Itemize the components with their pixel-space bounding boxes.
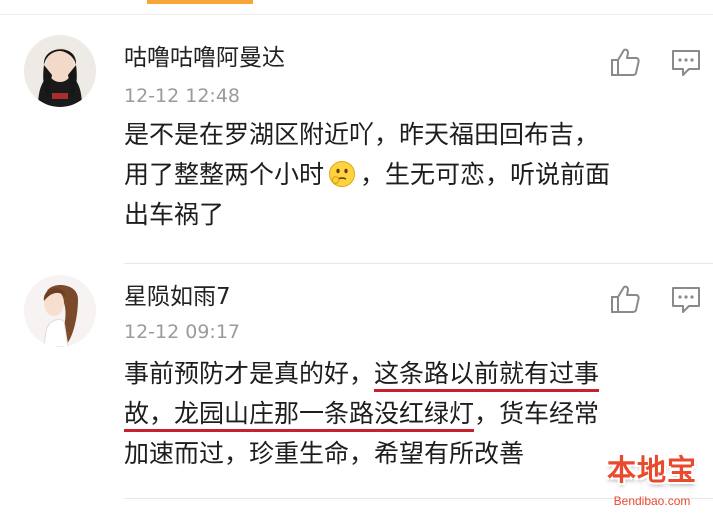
like-icon: [611, 48, 640, 76]
watermark-text: 本地宝: [606, 453, 697, 487]
comment-line: 是不是在罗湖区附近吖，昨天福田回布吉，: [124, 120, 600, 149]
comment-divider: [124, 263, 713, 264]
comment-icon: [672, 50, 700, 76]
comment-button[interactable]: [670, 285, 702, 317]
comment-line: 事前预防才是真的好，这条路以前就有过事: [124, 354, 684, 394]
like-button[interactable]: [609, 283, 641, 315]
comment-button[interactable]: [670, 48, 702, 80]
timestamp: 12-12 09:17: [124, 321, 241, 343]
username[interactable]: 咕噜咕噜阿曼达: [124, 43, 285, 73]
comment-text: 是不是在罗湖区附近吖，昨天福田回布吉， 用了整整两个小时 ，生无可恋，听说前面 …: [124, 115, 684, 235]
comment-line: 出车祸了: [124, 200, 225, 229]
comment-line-part: ，生无可恋，听说前面: [360, 160, 611, 189]
watermark-subtext: Bendibao.com: [613, 494, 691, 508]
avatar[interactable]: [24, 35, 96, 107]
underlined-highlight: 故，龙园山庄那一条路没红绿灯: [124, 399, 475, 432]
like-icon: [611, 285, 640, 313]
comment-item-1: 咕噜咕噜阿曼达 12-12 12:48 是不是在罗湖区附近吖，昨天福田回布吉， …: [0, 0, 713, 270]
username[interactable]: 星陨如雨7: [124, 282, 231, 312]
watermark-logo: 本地宝 Bendibao.com: [596, 447, 708, 511]
comment-line: 故，龙园山庄那一条路没红绿灯，货车经常: [124, 394, 684, 434]
avatar-image: [24, 275, 96, 347]
pondering-face-emoji: [329, 161, 356, 187]
underlined-highlight: 这条路以前就有过事: [374, 359, 600, 392]
comment-icon: [672, 287, 700, 313]
comment-line-part: ，货车经常: [474, 399, 600, 428]
timestamp: 12-12 12:48: [124, 85, 241, 107]
comment-line-part: 事前预防才是真的好，: [124, 359, 375, 388]
avatar[interactable]: [24, 275, 96, 347]
comment-line: 用了整整两个小时 ，生无可恋，听说前面: [124, 155, 684, 195]
avatar-image: [24, 35, 96, 107]
like-button[interactable]: [609, 46, 641, 78]
comment-line-part: 用了整整两个小时: [124, 160, 325, 189]
